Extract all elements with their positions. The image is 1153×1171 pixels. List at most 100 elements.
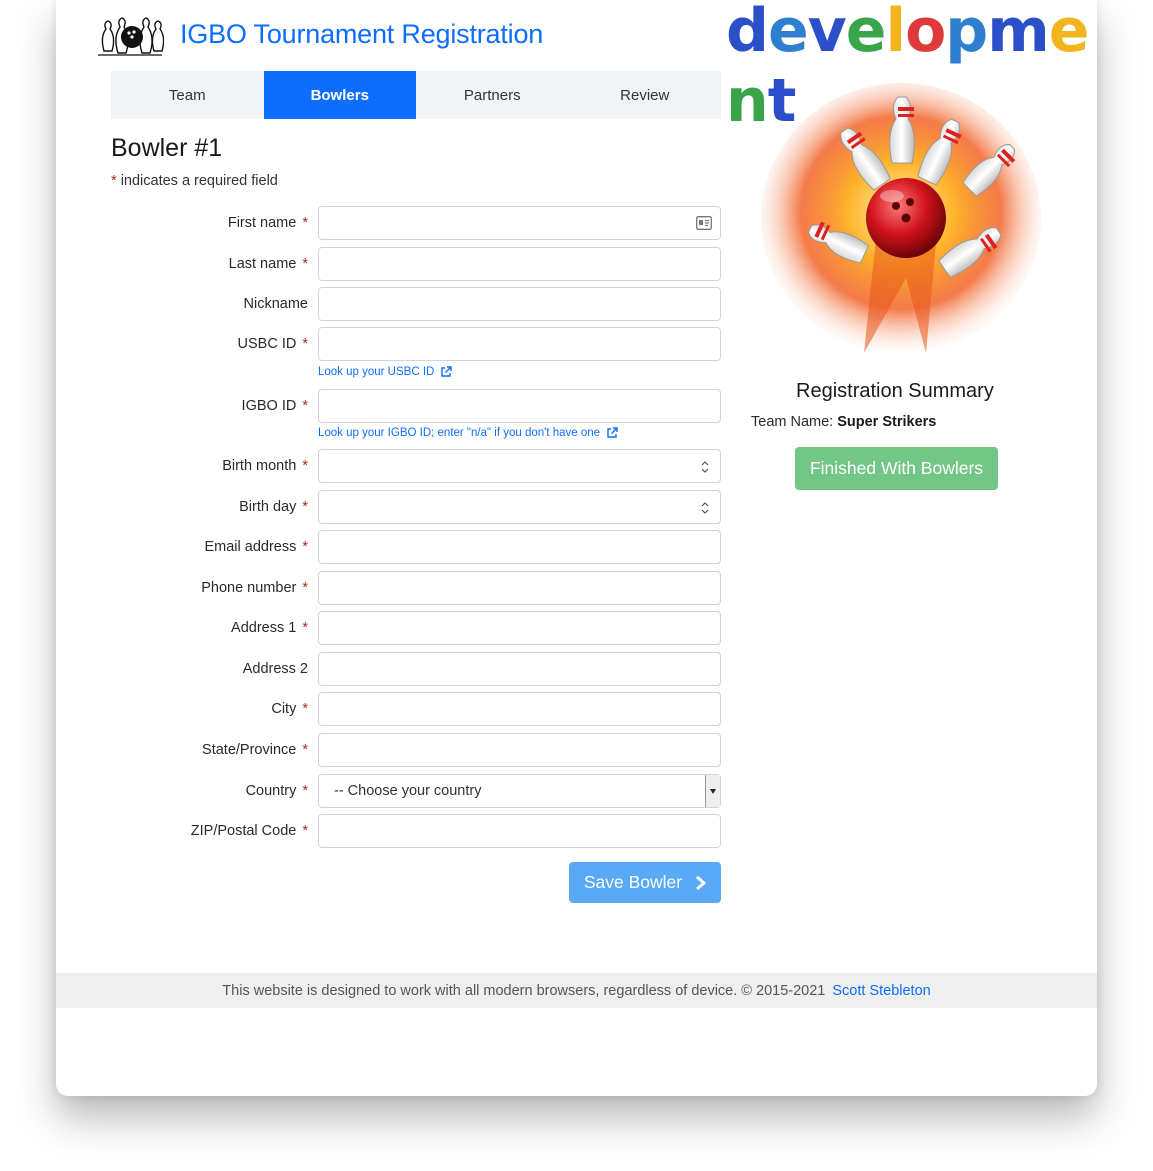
site-header: IGBO Tournament Registration xyxy=(96,8,543,60)
country-select[interactable]: -- Choose your country xyxy=(318,774,721,808)
igbo-lookup-link[interactable]: Look up your IGBO ID; enter "n/a" if you… xyxy=(318,427,618,439)
zip-postal-code-input[interactable] xyxy=(318,814,721,848)
bowling-logo-icon[interactable] xyxy=(96,11,164,57)
required-star: * xyxy=(302,458,308,474)
spinner-arrows-icon[interactable] xyxy=(700,459,710,475)
country-select-value: -- Choose your country xyxy=(334,783,482,799)
field-label-text: USBC ID xyxy=(237,336,297,352)
field-label-address-2: Address 2 xyxy=(243,652,308,686)
bowling-strike-image xyxy=(761,83,1041,353)
finished-with-bowlers-button[interactable]: Finished With Bowlers xyxy=(795,447,998,490)
banner-letter: o xyxy=(905,0,946,66)
required-star: * xyxy=(302,398,308,414)
field-label-text: Country xyxy=(245,783,297,799)
field-label-text: IGBO ID xyxy=(241,398,297,414)
field-row-address-2: Address 2 xyxy=(156,652,721,686)
field-label-phone-number: Phone number * xyxy=(201,571,308,605)
usbc-lookup-text: Look up your USBC ID xyxy=(318,366,435,378)
required-star: * xyxy=(302,823,308,839)
required-star: * xyxy=(302,580,308,596)
first-name-input[interactable] xyxy=(318,206,721,240)
usbc-lookup-link[interactable]: Look up your USBC ID xyxy=(318,366,453,378)
footer-author-link[interactable]: Scott Stebleton xyxy=(832,983,930,999)
igbo-id-input[interactable] xyxy=(318,389,721,423)
field-label-usbc-id: USBC ID * xyxy=(238,327,308,361)
email-address-input[interactable] xyxy=(318,530,721,564)
summary-title: Registration Summary xyxy=(796,380,994,402)
team-name-label: Team Name: xyxy=(751,414,834,430)
field-label-zip-postal-code: ZIP/Postal Code * xyxy=(191,814,308,848)
field-row-birth-day: Birth day * xyxy=(156,490,721,524)
field-label-text: Nickname xyxy=(243,296,308,312)
required-note: * indicates a required field xyxy=(111,173,278,189)
required-star: * xyxy=(111,173,117,189)
field-row-state-province: State/Province * xyxy=(156,733,721,767)
tab-team[interactable]: Team xyxy=(111,71,264,119)
banner-letter: l xyxy=(885,0,906,66)
field-label-text: ZIP/Postal Code xyxy=(190,823,297,839)
required-star: * xyxy=(302,256,308,272)
banner-letter: e xyxy=(767,0,809,66)
field-label-igbo-id: IGBO ID * xyxy=(242,389,308,423)
field-label-state-province: State/Province * xyxy=(202,733,308,767)
birth-day-input[interactable] xyxy=(318,490,721,524)
birth-month-input[interactable] xyxy=(318,449,721,483)
team-name-value: Super Strikers xyxy=(837,414,937,430)
required-star: * xyxy=(302,701,308,717)
save-bowler-button[interactable]: Save Bowler xyxy=(569,862,721,903)
city-input[interactable] xyxy=(318,692,721,726)
address-2-input[interactable] xyxy=(318,652,721,686)
nickname-input[interactable] xyxy=(318,287,721,321)
footer-text: This website is designed to work with al… xyxy=(222,982,826,999)
required-star: * xyxy=(302,215,308,231)
field-row-address-1: Address 1 * xyxy=(156,611,721,645)
field-row-zip-postal-code: ZIP/Postal Code * xyxy=(156,814,721,848)
tab-review[interactable]: Review xyxy=(569,71,722,119)
field-label-text: Birth month xyxy=(222,458,297,474)
field-label-text: Email address xyxy=(204,539,297,555)
field-label-text: Birth day xyxy=(239,499,297,515)
tab-partners[interactable]: Partners xyxy=(416,71,569,119)
state-province-input[interactable] xyxy=(318,733,721,767)
field-row-country: Country * -- Choose your country xyxy=(156,774,721,808)
chevron-down-icon[interactable] xyxy=(705,775,720,807)
field-label-city: City * xyxy=(271,692,308,726)
spinner-arrows-icon[interactable] xyxy=(700,500,710,516)
field-label-country: Country * xyxy=(246,774,308,808)
field-row-birth-month: Birth month * xyxy=(156,449,721,483)
field-row-email-address: Email address * xyxy=(156,530,721,564)
banner-letter: v xyxy=(807,0,847,66)
phone-number-input[interactable] xyxy=(318,571,721,605)
field-label-nickname: Nickname xyxy=(244,287,308,321)
field-label-text: Address 2 xyxy=(242,661,308,677)
required-star: * xyxy=(302,539,308,555)
registration-tabs: Team Bowlers Partners Review xyxy=(111,71,721,119)
banner-letter: p xyxy=(945,0,988,66)
usbc-id-input[interactable] xyxy=(318,327,721,361)
save-bowler-label: Save Bowler xyxy=(583,872,683,892)
banner-letter: e xyxy=(845,0,887,66)
team-name-line: Team Name: Super Strikers xyxy=(751,414,936,430)
external-link-icon xyxy=(441,366,453,377)
tab-bowlers[interactable]: Bowlers xyxy=(263,71,416,119)
field-row-phone-number: Phone number * xyxy=(156,571,721,605)
required-star: * xyxy=(302,620,308,636)
field-label-birth-month: Birth month * xyxy=(222,449,308,483)
field-label-last-name: Last name * xyxy=(229,247,308,281)
contact-card-icon[interactable] xyxy=(696,216,712,230)
banner-letter: d xyxy=(726,0,769,66)
address-1-input[interactable] xyxy=(318,611,721,645)
site-title[interactable]: IGBO Tournament Registration xyxy=(180,19,543,50)
banner-letter: e xyxy=(1048,0,1090,66)
field-label-first-name: First name * xyxy=(228,206,308,240)
field-label-text: Last name xyxy=(228,256,297,272)
app-window: IGBO Tournament Registration development… xyxy=(56,0,1097,1096)
required-star: * xyxy=(302,499,308,515)
field-label-text: Phone number xyxy=(201,580,297,596)
field-label-text: First name xyxy=(227,215,297,231)
field-row-igbo-id: IGBO ID * xyxy=(156,389,721,423)
field-label-text: Address 1 xyxy=(231,620,297,636)
igbo-lookup-text: Look up your IGBO ID; enter "n/a" if you… xyxy=(318,427,601,439)
external-link-icon xyxy=(607,427,618,438)
last-name-input[interactable] xyxy=(318,247,721,281)
